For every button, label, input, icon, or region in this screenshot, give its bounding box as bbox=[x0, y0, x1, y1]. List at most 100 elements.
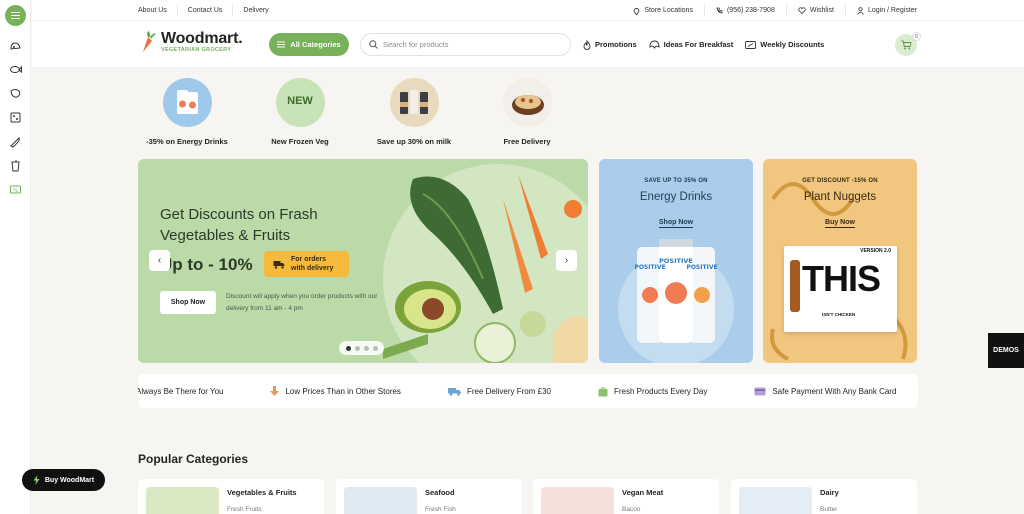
feature-label: Fresh Products Every Day bbox=[613, 386, 708, 396]
truck-icon bbox=[273, 260, 285, 269]
rail-vegetables-icon[interactable] bbox=[8, 38, 23, 53]
pack-nugget-strip bbox=[790, 260, 800, 312]
all-categories-label: All Categories bbox=[290, 40, 341, 49]
category-thumb bbox=[344, 487, 417, 514]
feature-item: Low Prices Than in Other Stores bbox=[270, 386, 401, 396]
pack-version: VERSION 2.0 bbox=[860, 248, 891, 254]
promo-label: New Frozen Veg bbox=[271, 137, 329, 146]
nuggets-title: Plant Nuggets bbox=[803, 191, 877, 203]
ideas-for-breakfast-link[interactable]: Ideas For Breakfast bbox=[649, 40, 734, 49]
buy-woodmart-label: Buy WoodMart bbox=[44, 476, 95, 484]
plant-nuggets-banner[interactable]: GET DISCOUNT -15% ON Plant Nuggets Buy N… bbox=[763, 159, 917, 363]
carrot-logo-icon bbox=[138, 30, 158, 54]
can-brand-right: POSITIVE bbox=[686, 264, 717, 271]
new-frozen-veg-thumb: NEW bbox=[275, 78, 325, 127]
promo-free-delivery[interactable]: Free Delivery bbox=[472, 78, 582, 146]
hero-prev-arrow[interactable]: ‹ bbox=[149, 250, 170, 271]
rail-fish-icon[interactable] bbox=[8, 62, 23, 77]
phone-link[interactable]: (956) 238-7908 bbox=[705, 5, 787, 16]
nuggets-buy-now-label: Buy Now bbox=[825, 219, 855, 228]
feature-item: Safe Payment With Any Bank Card bbox=[754, 387, 896, 396]
energy-kicker: SAVE UP TO 35% ON bbox=[644, 178, 708, 184]
hero-discount: Up to - 10% bbox=[160, 255, 253, 274]
credit-card-icon bbox=[754, 387, 766, 395]
rail-bakery-icon[interactable] bbox=[8, 134, 23, 149]
store-locations-link[interactable]: Store Locations bbox=[622, 5, 705, 16]
hero-pagination bbox=[339, 341, 384, 355]
category-sub-link[interactable]: Fresh Fruits bbox=[227, 506, 262, 513]
hero-shop-now-button[interactable]: Shop Now bbox=[160, 291, 216, 314]
fresh-bag-icon bbox=[598, 386, 608, 396]
energy-title: Energy Drinks bbox=[639, 191, 713, 203]
promo-energy-drinks[interactable]: -35% on Energy Drinks bbox=[132, 78, 242, 146]
hero-title: Get Discounts on Frash Vegetables & Frui… bbox=[160, 206, 318, 244]
hero-next-arrow[interactable]: › bbox=[556, 250, 577, 271]
hero-dot-3[interactable] bbox=[363, 345, 369, 351]
category-name: Dairy bbox=[820, 488, 839, 497]
hero-dot-4[interactable] bbox=[372, 345, 378, 351]
category-sub-link[interactable]: Bacon bbox=[622, 506, 640, 513]
location-pin-icon bbox=[633, 7, 640, 15]
about-us-link[interactable]: About Us bbox=[138, 5, 178, 16]
demos-button[interactable]: DEMOS bbox=[988, 333, 1024, 368]
promo-label: Save up 30% on milk bbox=[376, 137, 452, 146]
menu-toggle-button[interactable] bbox=[5, 5, 26, 26]
rail-frozen-icon[interactable] bbox=[8, 110, 23, 125]
category-card-dairy[interactable]: Dairy Butter bbox=[731, 479, 917, 514]
arrow-down-price-icon bbox=[270, 386, 280, 396]
category-sub-link[interactable]: Fresh Fish bbox=[425, 506, 456, 513]
store-locations-label: Store Locations bbox=[644, 7, 693, 14]
hero-dot-2[interactable] bbox=[354, 345, 360, 351]
can-brand-left: POSITIVE bbox=[634, 264, 665, 271]
delivery-truck-icon bbox=[447, 387, 461, 396]
menu-lines-icon bbox=[277, 41, 286, 48]
heart-icon bbox=[798, 7, 806, 14]
weekly-discounts-label: Weekly Discounts bbox=[760, 40, 825, 49]
feature-item: Fresh Products Every Day bbox=[598, 386, 707, 397]
delivery-badge: For orders with delivery bbox=[264, 251, 349, 277]
search-icon bbox=[369, 40, 378, 49]
ideas-for-breakfast-label: Ideas For Breakfast bbox=[663, 40, 734, 49]
chevron-right-icon: › bbox=[564, 255, 569, 266]
lightning-icon bbox=[33, 475, 40, 485]
promo-label: Free Delivery bbox=[503, 137, 551, 146]
rail-drinks-icon[interactable] bbox=[8, 158, 23, 173]
phone-icon bbox=[716, 7, 723, 14]
buy-woodmart-button[interactable]: Buy WoodMart bbox=[22, 469, 105, 491]
nuggets-pack: VERSION 2.0 THIS ISN'T CHICKEN bbox=[784, 246, 897, 332]
login-register-link[interactable]: Login / Register bbox=[846, 5, 917, 16]
hero-description: Discount will apply when you order produ… bbox=[226, 293, 378, 312]
promotions-link[interactable]: Promotions bbox=[583, 39, 637, 50]
category-card-seafood[interactable]: Seafood Fresh Fish bbox=[336, 479, 522, 514]
category-name: Vegetables & Fruits bbox=[227, 488, 297, 497]
promo-milk[interactable]: Save up 30% on milk bbox=[359, 78, 469, 146]
site-logo[interactable]: Woodmart. VEGETARIAN GROCERY bbox=[138, 30, 243, 54]
category-thumb bbox=[541, 487, 614, 514]
nuggets-buy-now-link[interactable]: Buy Now bbox=[763, 219, 917, 228]
category-thumb bbox=[739, 487, 812, 514]
category-sub-link[interactable]: Butter bbox=[820, 506, 837, 513]
weekly-discounts-link[interactable]: Weekly Discounts bbox=[745, 40, 824, 49]
phone-label: (956) 238-7908 bbox=[726, 7, 775, 14]
delivery-link[interactable]: Delivery bbox=[233, 5, 278, 16]
energy-shop-now-link[interactable]: Shop Now bbox=[599, 219, 753, 228]
all-categories-button[interactable]: All Categories bbox=[269, 33, 349, 56]
search-input[interactable] bbox=[383, 40, 563, 49]
category-card-vegan-meat[interactable]: Vegan Meat Bacon bbox=[533, 479, 719, 514]
cart-count-badge: 0 bbox=[912, 32, 921, 41]
category-card-vegetables-fruits[interactable]: Vegetables & Fruits Fresh Fruits bbox=[138, 479, 324, 514]
hero-dot-1[interactable] bbox=[345, 345, 351, 351]
side-rail: % bbox=[0, 0, 31, 514]
wishlist-link[interactable]: Wishlist bbox=[787, 5, 846, 16]
promo-new-frozen-veg[interactable]: NEW New Frozen Veg bbox=[245, 78, 355, 146]
rail-meat-icon[interactable] bbox=[8, 86, 23, 101]
energy-drinks-thumb bbox=[162, 78, 212, 127]
delivery-badge-text: For orders with delivery bbox=[291, 256, 334, 272]
logo-name: Woodmart. bbox=[161, 30, 243, 47]
milk-thumb bbox=[389, 78, 439, 127]
energy-drinks-banner[interactable]: SAVE UP TO 35% ON Energy Drinks Shop Now… bbox=[599, 159, 753, 363]
cart-icon bbox=[901, 40, 912, 50]
feature-label: Low Prices Than in Other Stores bbox=[285, 386, 401, 396]
rail-discount-icon[interactable]: % bbox=[8, 182, 23, 197]
contact-us-link[interactable]: Contact Us bbox=[178, 5, 234, 16]
